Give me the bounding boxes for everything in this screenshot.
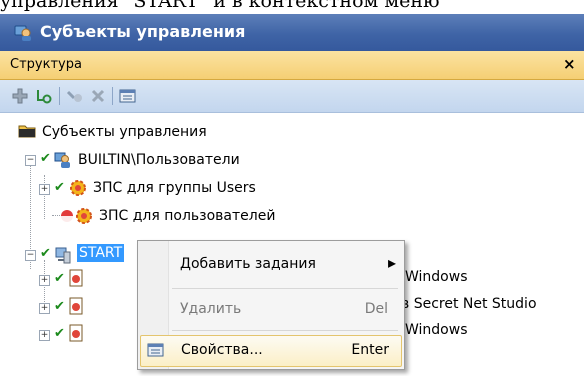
menu-item-delete[interactable]: Удалить Del	[140, 295, 400, 325]
tree-node-label[interactable]: ЗПС для пользователей	[99, 208, 275, 224]
collapse-toggle[interactable]: −	[25, 155, 36, 166]
check-icon: ✔	[54, 326, 65, 341]
task-icon	[68, 324, 84, 346]
check-icon: ✔	[54, 271, 65, 286]
check-icon: ✔	[54, 180, 65, 195]
panel-header: Структура ×	[0, 51, 584, 80]
panel-title: Структура	[10, 57, 82, 72]
document-text: управления "START" и в контекстном меню	[0, 0, 440, 12]
tree-node-label[interactable]: Windows	[405, 269, 468, 285]
toolbar-separator	[59, 87, 60, 105]
toolbar	[0, 80, 584, 113]
add-subject-icon[interactable]	[34, 86, 54, 106]
tree-node-label[interactable]: в Secret Net Studio	[401, 296, 537, 312]
context-menu: Добавить задания ▸ Удалить Del Свойства.…	[137, 240, 405, 370]
properties-icon	[147, 342, 165, 362]
expand-toggle[interactable]: +	[39, 275, 50, 286]
menu-item-label: Добавить задания	[180, 256, 316, 272]
tree-root-label[interactable]: Субъекты управления	[42, 124, 207, 140]
submenu-arrow-icon: ▸	[387, 253, 396, 272]
folder-icon	[18, 124, 36, 142]
menu-item-shortcut: Enter	[351, 342, 389, 358]
expand-toggle[interactable]: +	[39, 184, 50, 195]
menu-separator	[172, 288, 398, 289]
expand-toggle[interactable]: +	[39, 303, 50, 314]
tree-node-label[interactable]: ЗПС для группы Users	[93, 180, 256, 196]
menu-item-label: Свойства...	[181, 342, 263, 358]
check-icon: ✔	[54, 299, 65, 314]
tree-line	[44, 175, 45, 219]
task-icon	[68, 269, 84, 291]
tree-node-label[interactable]: BUILTIN\Пользователи	[78, 152, 240, 168]
check-icon: ✔	[40, 246, 51, 261]
policy-gear-icon	[75, 207, 93, 229]
delete-icon[interactable]	[88, 86, 108, 106]
disabled-icon	[60, 209, 74, 227]
menu-item-shortcut: Del	[364, 301, 388, 317]
menu-separator	[172, 330, 398, 331]
properties-icon[interactable]	[118, 86, 138, 106]
app-title-bar: Субъекты управления	[0, 14, 584, 51]
toolbar-separator	[112, 87, 113, 105]
check-icon: ✔	[40, 151, 51, 166]
menu-item-add-tasks[interactable]: Добавить задания ▸	[140, 250, 400, 280]
task-icon	[68, 297, 84, 319]
computer-icon	[54, 246, 72, 268]
subjects-icon	[14, 24, 32, 42]
app-title: Субъекты управления	[40, 22, 246, 41]
tree-node-label-selected[interactable]: START	[77, 244, 125, 262]
link-icon[interactable]	[65, 86, 85, 106]
add-icon[interactable]	[10, 86, 30, 106]
close-icon[interactable]: ×	[563, 55, 576, 73]
users-icon	[54, 151, 72, 173]
collapse-toggle[interactable]: −	[25, 250, 36, 261]
menu-item-label: Удалить	[180, 301, 242, 317]
menu-item-properties[interactable]: Свойства... Enter	[140, 335, 402, 367]
expand-toggle[interactable]: +	[39, 330, 50, 341]
tree-node-label[interactable]: Windows	[405, 322, 468, 338]
policy-gear-icon	[69, 179, 87, 201]
